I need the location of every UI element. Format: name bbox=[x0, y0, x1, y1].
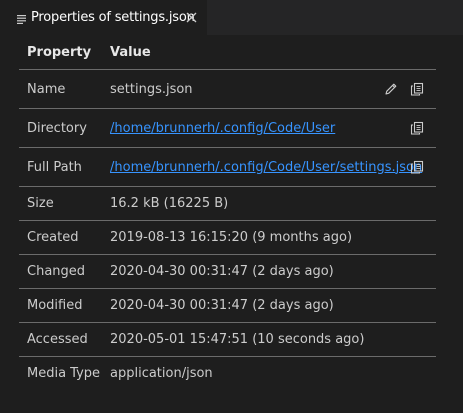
property-fullpath-cell: /home/brunnerh/.config/Code/User/setting… bbox=[102, 147, 436, 187]
table-row: Created 2019-08-13 16:15:20 (9 months ag… bbox=[19, 220, 436, 255]
copy-icon[interactable] bbox=[410, 160, 424, 174]
property-created-label: Created bbox=[19, 220, 102, 255]
list-icon bbox=[17, 13, 26, 24]
edit-icon[interactable] bbox=[384, 82, 398, 96]
close-icon[interactable] bbox=[186, 12, 197, 23]
property-directory-label: Directory bbox=[19, 108, 102, 148]
property-name-value: settings.json bbox=[110, 81, 193, 97]
tab-title: Properties of settings.json bbox=[31, 10, 195, 25]
property-modified-value: 2020-04-30 00:31:47 (2 days ago) bbox=[102, 288, 436, 323]
table-row: Media Type application/json bbox=[19, 357, 436, 391]
table-header-row: Property Value bbox=[19, 35, 436, 70]
property-name-label: Name bbox=[19, 69, 102, 109]
property-fullpath-label: Full Path bbox=[19, 147, 102, 187]
copy-icon[interactable] bbox=[410, 121, 424, 135]
properties-table: Property Value Name settings.json Direct… bbox=[19, 35, 436, 390]
property-accessed-label: Accessed bbox=[19, 322, 102, 357]
property-changed-label: Changed bbox=[19, 254, 102, 289]
directory-link[interactable]: /home/brunnerh/.config/Code/User bbox=[110, 121, 335, 136]
property-changed-value: 2020-04-30 00:31:47 (2 days ago) bbox=[102, 254, 436, 289]
editor-tab-bar: Properties of settings.json bbox=[0, 0, 463, 35]
table-row: Directory /home/brunnerh/.config/Code/Us… bbox=[19, 108, 436, 148]
table-row: Size 16.2 kB (16225 B) bbox=[19, 186, 436, 221]
property-size-value: 16.2 kB (16225 B) bbox=[102, 186, 436, 221]
table-row: Accessed 2020-05-01 15:47:51 (10 seconds… bbox=[19, 322, 436, 357]
tab-properties[interactable]: Properties of settings.json bbox=[0, 0, 207, 35]
table-row: Modified 2020-04-30 00:31:47 (2 days ago… bbox=[19, 288, 436, 323]
property-modified-label: Modified bbox=[19, 288, 102, 323]
property-size-label: Size bbox=[19, 186, 102, 221]
property-mediatype-label: Media Type bbox=[27, 366, 101, 381]
property-directory-cell: /home/brunnerh/.config/Code/User bbox=[102, 108, 436, 148]
property-created-value: 2019-08-13 16:15:20 (9 months ago) bbox=[102, 220, 436, 255]
table-row: Name settings.json bbox=[19, 69, 436, 109]
full-path-link[interactable]: /home/brunnerh/.config/Code/User/setting… bbox=[110, 160, 422, 175]
table-row: Changed 2020-04-30 00:31:47 (2 days ago) bbox=[19, 254, 436, 289]
property-name-cell: settings.json bbox=[102, 69, 436, 109]
property-accessed-value: 2020-05-01 15:47:51 (10 seconds ago) bbox=[102, 322, 436, 357]
copy-icon[interactable] bbox=[410, 82, 424, 96]
header-value: Value bbox=[102, 35, 436, 70]
property-mediatype-value: application/json bbox=[110, 366, 213, 381]
header-property: Property bbox=[19, 35, 102, 70]
table-row: Full Path /home/brunnerh/.config/Code/Us… bbox=[19, 147, 436, 187]
